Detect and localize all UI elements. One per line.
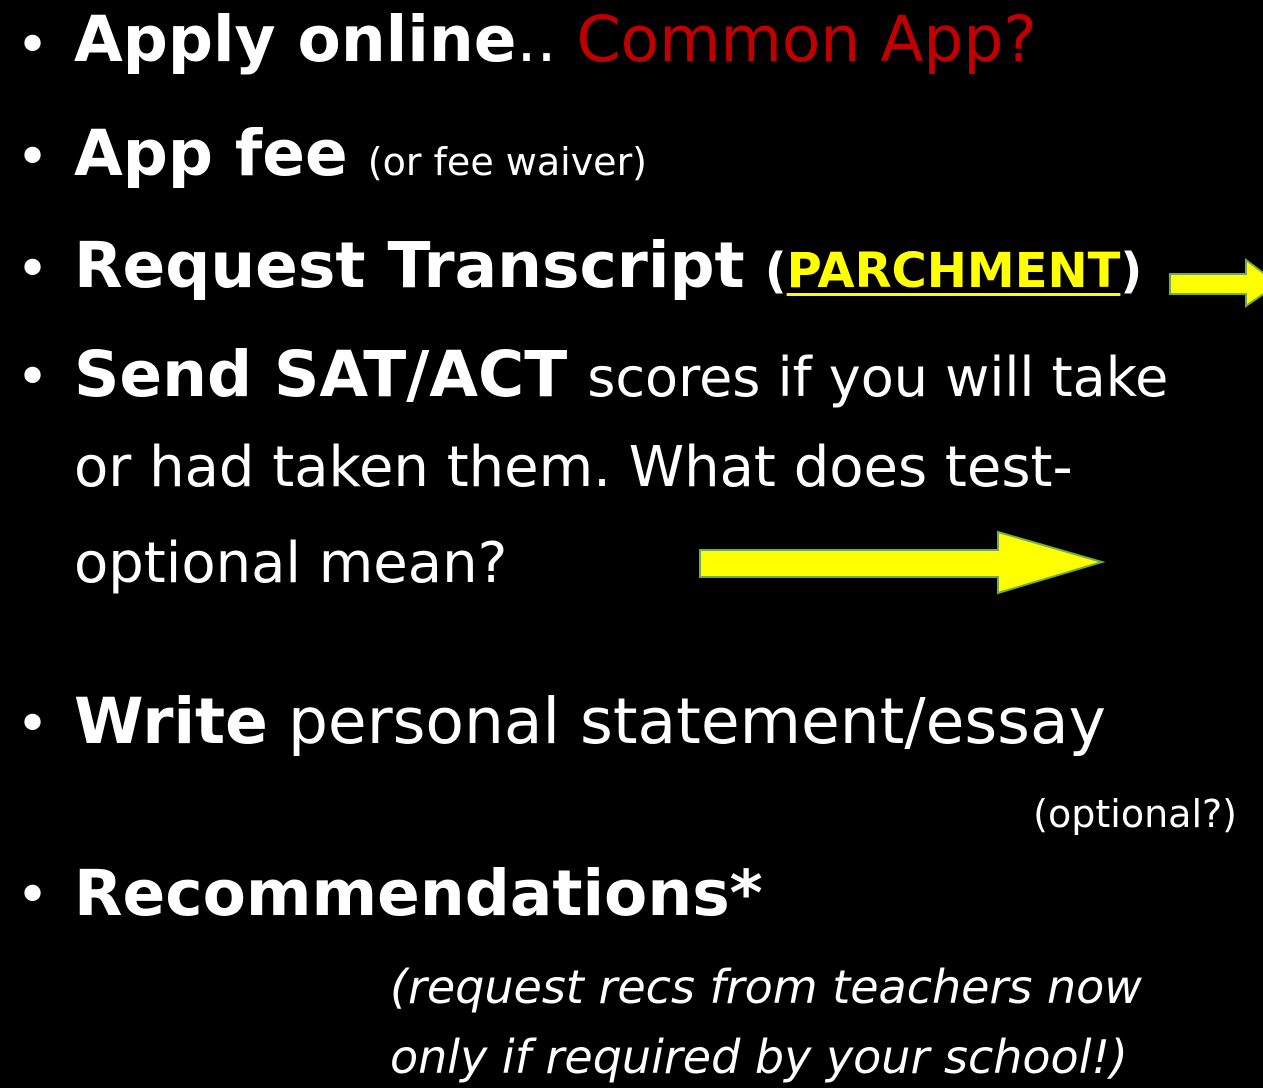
app-fee-label: App fee bbox=[74, 117, 348, 190]
write-label: Write bbox=[74, 685, 268, 758]
bullet-app-fee: App fee (or fee waiver) bbox=[74, 122, 647, 185]
bullet-dot: • bbox=[16, 345, 50, 410]
bullet-dot: • bbox=[16, 13, 50, 78]
bullet-dot: • bbox=[16, 125, 50, 190]
open-paren: ( bbox=[764, 243, 787, 299]
arrow-right-icon bbox=[1169, 258, 1263, 308]
scores-line1: scores if you will take bbox=[587, 346, 1169, 409]
recs-note-line1: (request recs from teachers now bbox=[390, 960, 1142, 1014]
bullet-request-transcript: Request Transcript (PARCHMENT) bbox=[74, 234, 1142, 297]
parchment-link[interactable]: PARCHMENT bbox=[787, 243, 1121, 299]
recs-note-line2: only if required by your school!) bbox=[390, 1030, 1128, 1084]
request-transcript-label: Request Transcript bbox=[74, 229, 745, 302]
bullet-send-scores: Send SAT/ACT scores if you will take bbox=[74, 343, 1168, 406]
scores-line3: optional mean? bbox=[74, 531, 508, 596]
personal-statement-text: personal statement/essay bbox=[287, 685, 1106, 758]
bullet-dot: • bbox=[16, 863, 50, 928]
send-sat-act-label: Send SAT/ACT bbox=[74, 338, 568, 411]
slide: • Apply online.. Common App? • App fee (… bbox=[0, 0, 1263, 1088]
common-app-text: Common App? bbox=[576, 3, 1037, 76]
arrow-right-icon bbox=[699, 530, 1106, 595]
bullet-recommendations: Recommendations* bbox=[74, 862, 763, 925]
bullet-write-essay: Write personal statement/essay bbox=[74, 690, 1106, 753]
close-paren: ) bbox=[1120, 243, 1143, 299]
optional-note: (optional?) bbox=[1033, 792, 1237, 836]
bullet-dot: • bbox=[16, 692, 50, 757]
recommendations-label: Recommendations* bbox=[74, 857, 763, 930]
scores-line2: or had taken them. What does test- bbox=[74, 435, 1073, 500]
apply-online-punct: .. bbox=[516, 3, 557, 76]
bullet-dot: • bbox=[16, 237, 50, 302]
apply-online-label: Apply online bbox=[74, 3, 517, 76]
fee-waiver-note: (or fee waiver) bbox=[367, 140, 648, 184]
bullet-apply-online: Apply online.. Common App? bbox=[74, 8, 1037, 71]
